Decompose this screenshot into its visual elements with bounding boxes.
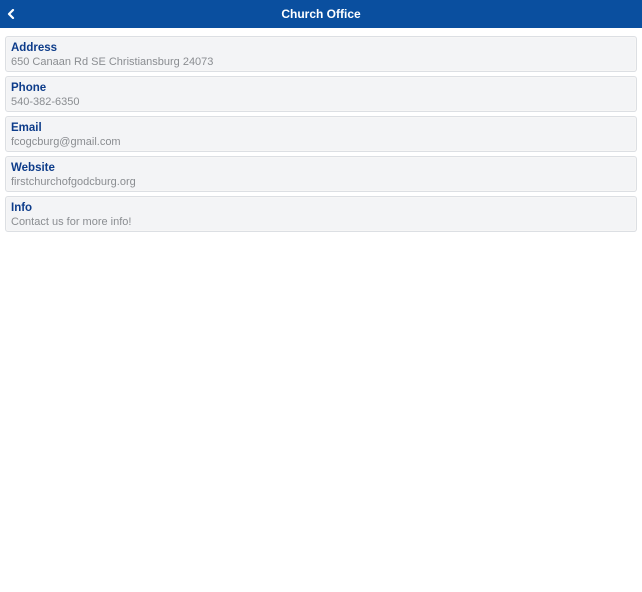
list-item-address[interactable]: Address 650 Canaan Rd SE Christiansburg … — [5, 36, 637, 72]
list-item-website[interactable]: Website firstchurchofgodcburg.org — [5, 156, 637, 192]
item-label: Address — [11, 42, 58, 54]
item-value: Contact us for more info! — [11, 216, 132, 228]
item-label: Email — [11, 122, 42, 134]
item-label: Phone — [11, 82, 47, 94]
item-value: fcogcburg@gmail.com — [11, 136, 121, 148]
item-label: Info — [11, 202, 33, 214]
list-item-info[interactable]: Info Contact us for more info! — [5, 196, 637, 232]
contact-list: Address 650 Canaan Rd SE Christiansburg … — [0, 28, 642, 232]
item-label: Website — [11, 162, 55, 174]
app-header: Church Office — [0, 0, 642, 28]
item-value: firstchurchofgodcburg.org — [11, 176, 136, 188]
item-value: 540-382-6350 — [11, 96, 80, 108]
list-item-email[interactable]: Email fcogcburg@gmail.com — [5, 116, 637, 152]
chevron-left-icon — [7, 9, 15, 19]
list-item-phone[interactable]: Phone 540-382-6350 — [5, 76, 637, 112]
page-title: Church Office — [281, 7, 361, 21]
item-value: 650 Canaan Rd SE Christiansburg 24073 — [11, 56, 214, 68]
back-button[interactable] — [0, 0, 22, 28]
